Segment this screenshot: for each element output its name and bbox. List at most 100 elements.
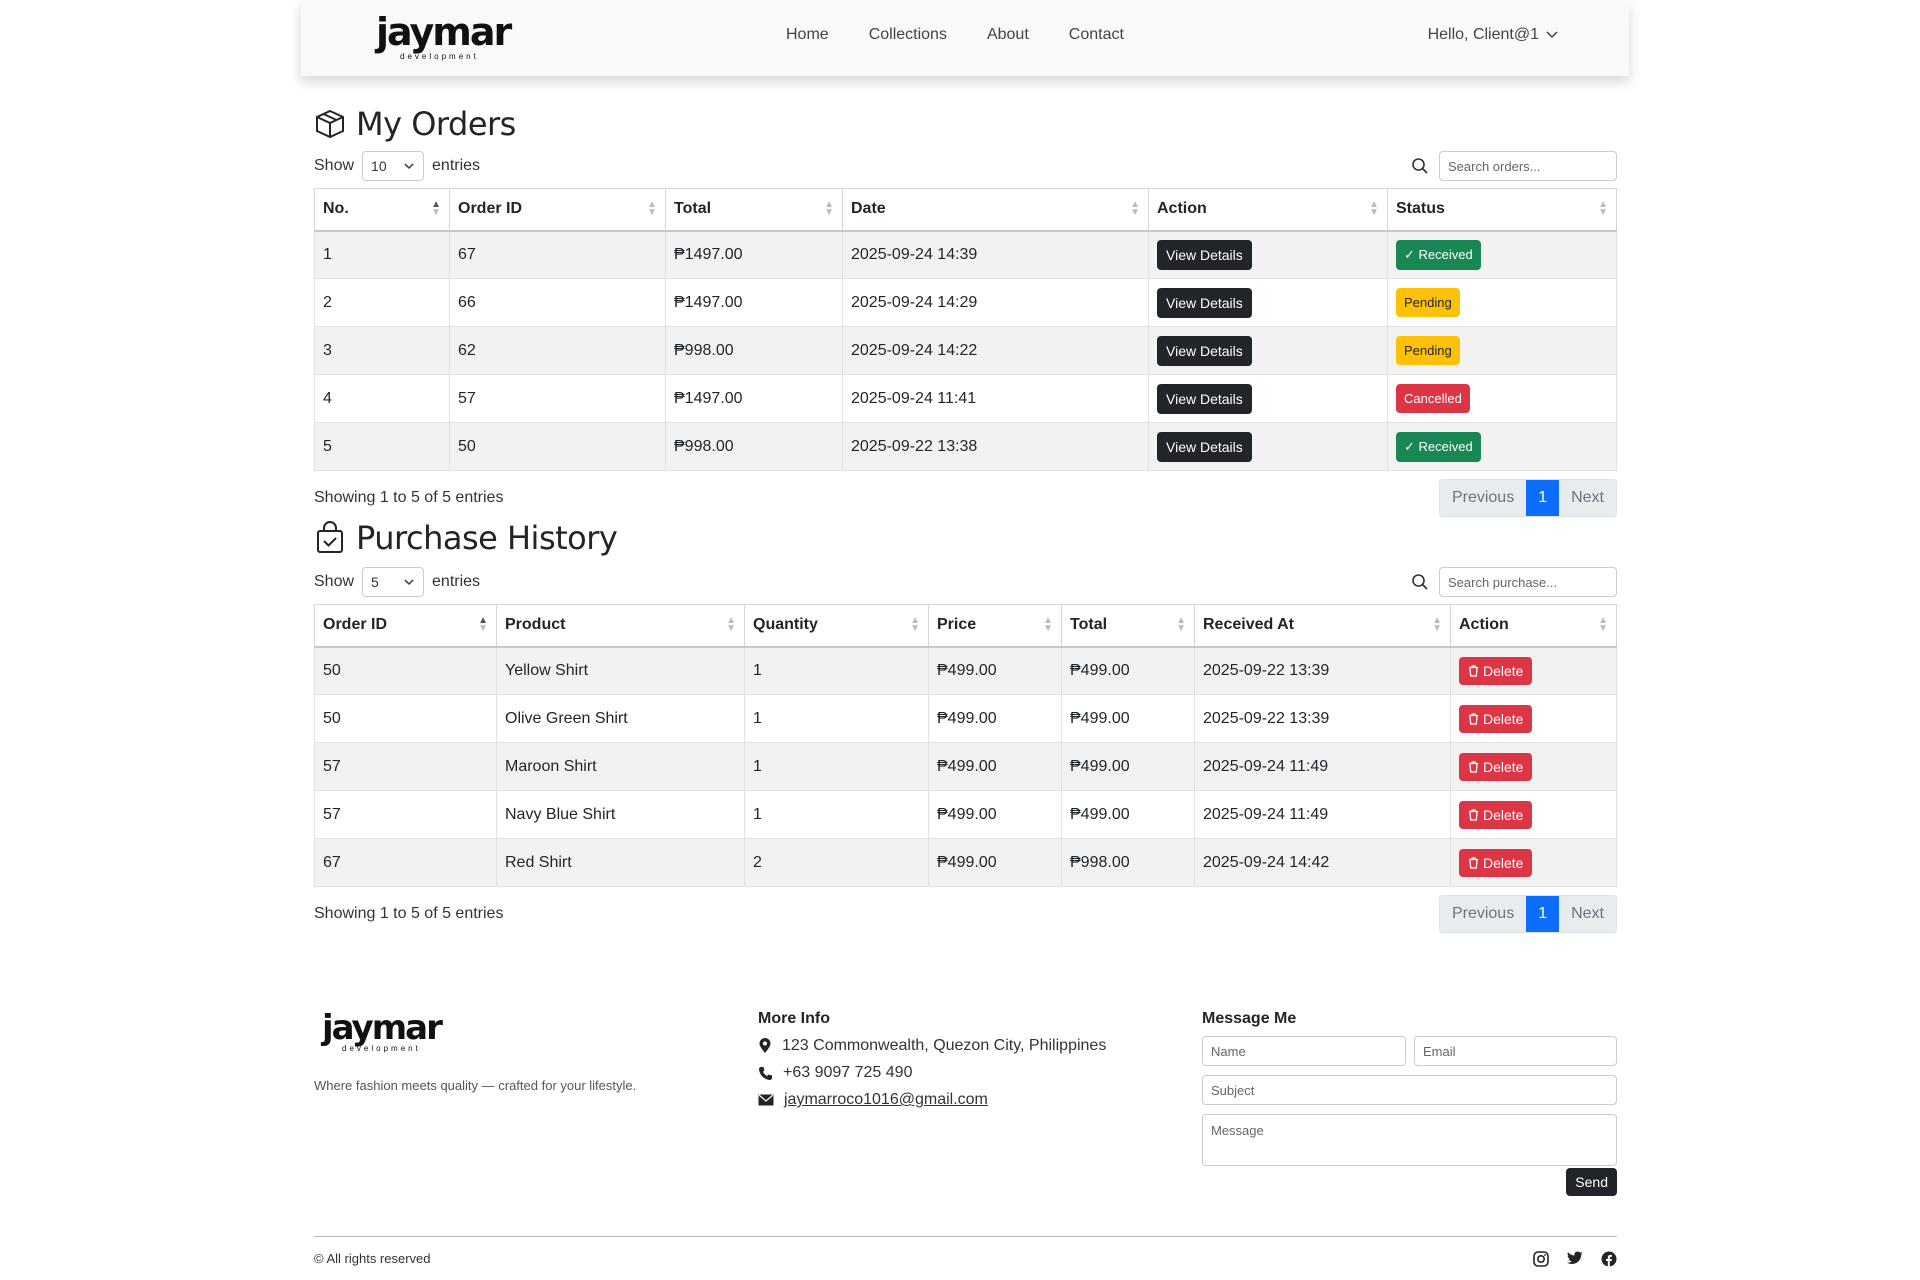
cell-action: Delete (1450, 838, 1617, 887)
table-row: 67 Red Shirt 2 ₱499.00 ₱998.00 2025-09-2… (314, 838, 1617, 887)
message-textarea[interactable]: Message (1202, 1114, 1617, 1166)
facebook-icon[interactable] (1601, 1251, 1617, 1267)
user-menu-dropdown[interactable]: Hello, Client@1 (1428, 26, 1559, 44)
brand-logo[interactable]: jaymar development (376, 12, 512, 62)
cell-quantity: 1 (744, 694, 929, 743)
name-field[interactable]: Name (1202, 1036, 1406, 1066)
show-label: Show (314, 573, 355, 590)
col-header-total[interactable]: Total ▲ ▼ (1061, 604, 1195, 648)
user-greeting: Hello, Client@1 (1427, 26, 1539, 43)
orders-search-input[interactable]: Search orders... (1439, 151, 1617, 181)
delete-button[interactable]: Delete (1459, 752, 1533, 781)
cell-status: Pending (1387, 326, 1617, 375)
delete-button[interactable]: Delete (1459, 656, 1533, 685)
cell-order-id: 57 (314, 742, 497, 791)
phone-line: +63 9097 725 490 (758, 1064, 1178, 1082)
copyright-text: © All rights reserved (314, 1251, 431, 1266)
cell-date: 2025-09-24 11:41 (842, 374, 1149, 423)
footer-info-column: More Info 123 Commonwealth, Quezon City,… (758, 1000, 1178, 1109)
cell-order-id: 67 (449, 230, 666, 279)
col-header-quantity[interactable]: Quantity ▲ ▼ (744, 604, 929, 648)
delete-button[interactable]: Delete (1459, 704, 1533, 733)
instagram-icon[interactable] (1533, 1251, 1549, 1267)
page-1-button[interactable]: 1 (1526, 896, 1560, 932)
view-details-button[interactable]: View Details (1157, 239, 1252, 270)
sort-icon: ▲ ▼ (1432, 615, 1442, 634)
cell-total: ₱998.00 (665, 326, 843, 375)
cell-status: ✓ Received (1387, 230, 1617, 279)
cell-action: View Details (1148, 278, 1388, 327)
show-label: Show (314, 157, 355, 174)
col-header-order-id[interactable]: Order ID ▲ ▼ (314, 604, 497, 648)
more-info-title: More Info (758, 1010, 830, 1027)
col-header-status[interactable]: Status ▲ ▼ (1387, 188, 1617, 232)
col-header-order-id[interactable]: Order ID ▲ ▼ (449, 188, 666, 232)
history-search-input[interactable]: Search purchase... (1439, 567, 1617, 597)
twitter-icon[interactable] (1567, 1251, 1583, 1265)
cell-action: Delete (1450, 646, 1617, 695)
cell-no: 3 (314, 326, 450, 375)
table-row: 2 66 ₱1497.00 2025-09-24 14:29 View Deta… (314, 278, 1617, 327)
cell-action: View Details (1148, 230, 1388, 279)
cell-total: ₱499.00 (1061, 790, 1195, 839)
cell-price: ₱499.00 (928, 646, 1062, 695)
cell-action: Delete (1450, 742, 1617, 791)
sort-icon: ▲ ▼ (1369, 199, 1379, 218)
orders-page-size-select[interactable]: 10 (362, 151, 425, 181)
cell-product: Olive Green Shirt (496, 694, 745, 743)
table-row: 4 57 ₱1497.00 2025-09-24 11:41 View Deta… (314, 374, 1617, 423)
view-details-button[interactable]: View Details (1157, 287, 1252, 318)
trash-icon (1469, 856, 1478, 869)
sort-icon: ▲ ▼ (824, 199, 834, 218)
view-details-button[interactable]: View Details (1157, 383, 1252, 414)
nav-link-collections[interactable]: Collections (849, 26, 967, 44)
prev-page-button[interactable]: Previous (1439, 480, 1527, 516)
cell-quantity: 1 (744, 790, 929, 839)
col-header-action[interactable]: Action ▲ ▼ (1450, 604, 1617, 648)
col-header-date[interactable]: Date ▲ ▼ (842, 188, 1149, 232)
delete-button[interactable]: Delete (1459, 800, 1533, 829)
page-size-value: 5 (371, 574, 379, 590)
history-title: Purchase History (356, 519, 618, 557)
cell-status: ✓ Received (1387, 422, 1617, 471)
cell-quantity: 1 (744, 742, 929, 791)
nav-link-home[interactable]: Home (766, 26, 849, 44)
cell-price: ₱499.00 (928, 742, 1062, 791)
address-line: 123 Commonwealth, Quezon City, Philippin… (758, 1037, 1178, 1055)
col-header-action[interactable]: Action ▲ ▼ (1148, 188, 1388, 232)
cell-action: Delete (1450, 790, 1617, 839)
history-page-size-select[interactable]: 5 (362, 567, 425, 597)
envelope-icon (758, 1094, 774, 1106)
cell-no: 5 (314, 422, 450, 471)
email-link[interactable]: jaymarroco1016@gmail.com (784, 1091, 988, 1109)
footer-bottom-bar: © All rights reserved (314, 1236, 1617, 1267)
cell-action: View Details (1148, 422, 1388, 471)
nav-link-contact[interactable]: Contact (1049, 26, 1144, 44)
prev-page-button[interactable]: Previous (1439, 896, 1527, 932)
next-page-button[interactable]: Next (1559, 896, 1616, 932)
cell-order-id: 66 (449, 278, 666, 327)
chevron-down-icon (1546, 31, 1558, 39)
subject-field[interactable]: Subject (1202, 1075, 1617, 1105)
view-details-button[interactable]: View Details (1157, 335, 1252, 366)
delete-button[interactable]: Delete (1459, 848, 1533, 877)
orders-search: Search orders... (1411, 151, 1617, 181)
history-table-footer: Showing 1 to 5 of 5 entries Previous 1 N… (314, 895, 1617, 933)
table-row: 57 Maroon Shirt 1 ₱499.00 ₱499.00 2025-0… (314, 742, 1617, 791)
col-header-no[interactable]: No. ▲ ▼ (314, 188, 450, 232)
col-header-price[interactable]: Price ▲ ▼ (928, 604, 1062, 648)
col-header-total[interactable]: Total ▲ ▼ (665, 188, 843, 232)
col-header-product[interactable]: Product ▲ ▼ (496, 604, 745, 648)
view-details-button[interactable]: View Details (1157, 431, 1252, 462)
email-field[interactable]: Email (1414, 1036, 1617, 1066)
nav-link-about[interactable]: About (967, 26, 1049, 44)
sort-icon: ▲ ▼ (1130, 199, 1140, 218)
send-button[interactable]: Send (1566, 1168, 1617, 1196)
next-page-button[interactable]: Next (1559, 480, 1616, 516)
col-header-received-at[interactable]: Received At ▲ ▼ (1194, 604, 1451, 648)
cell-action: View Details (1148, 374, 1388, 423)
cell-received-at: 2025-09-22 13:39 (1194, 694, 1451, 743)
sort-icon: ▲ ▼ (647, 199, 657, 218)
table-row: 1 67 ₱1497.00 2025-09-24 14:39 View Deta… (314, 230, 1617, 279)
page-1-button[interactable]: 1 (1526, 480, 1560, 516)
